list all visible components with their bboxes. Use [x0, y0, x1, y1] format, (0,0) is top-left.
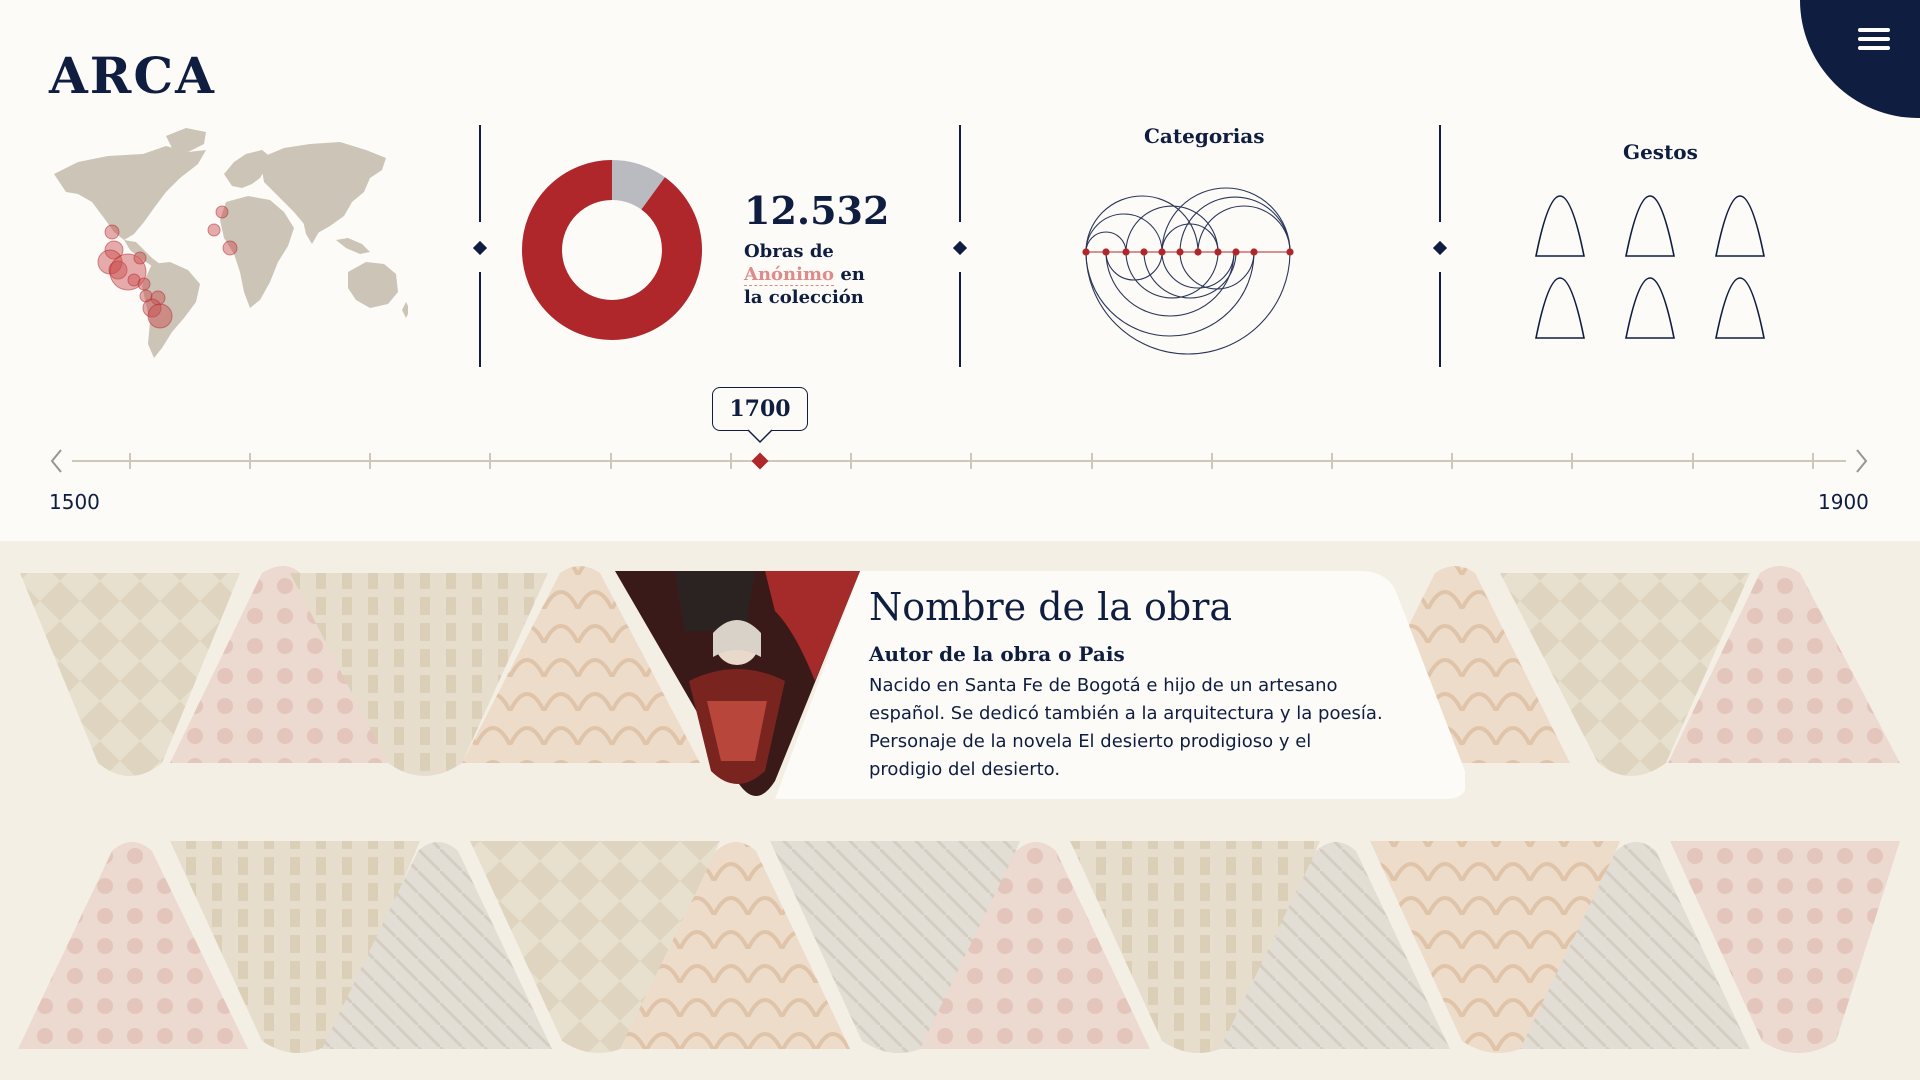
tooltip-pointer — [748, 429, 772, 444]
gestures-grid[interactable] — [1530, 190, 1790, 350]
donut-highlight — [522, 160, 702, 340]
site-logo[interactable]: ARCA — [49, 46, 216, 105]
world-map[interactable] — [48, 122, 408, 368]
menu-button[interactable] — [1800, 0, 1920, 118]
diamond-icon — [1432, 240, 1448, 256]
timeline-slider[interactable] — [0, 430, 1920, 490]
artwork-author[interactable]: Autor de la obra o Pais — [869, 642, 1125, 666]
timeline-start-label: 1500 — [49, 490, 100, 514]
gestures-title: Gestos — [1623, 140, 1698, 164]
categories-arc-diagram[interactable] — [1070, 178, 1310, 368]
category-arcs — [1085, 187, 1291, 355]
artwork-title: Nombre de la obra — [869, 585, 1233, 629]
timeline-end-label: 1900 — [1818, 490, 1869, 514]
diamond-icon — [472, 240, 488, 256]
works-caption: Obras de Anónimo en la colección — [744, 241, 865, 308]
chevron-right-icon[interactable] — [1856, 449, 1868, 473]
selected-year-tooltip: 1700 — [712, 387, 808, 431]
chevron-left-icon[interactable] — [50, 449, 62, 473]
panel-divider — [952, 125, 968, 367]
triangle-icon — [1535, 195, 1765, 339]
hamburger-icon — [1858, 28, 1890, 32]
author-donut-chart[interactable] — [510, 122, 730, 368]
categories-title: Categorias — [1144, 124, 1265, 148]
author-selector[interactable]: Anónimo — [744, 264, 835, 286]
timeline-handle[interactable] — [751, 452, 769, 470]
works-count: 12.532 — [744, 188, 890, 233]
artwork-description: Nacido en Santa Fe de Bogotá e hijo de u… — [869, 675, 1383, 780]
panel-divider — [472, 125, 488, 367]
panel-divider — [1432, 125, 1448, 367]
diamond-icon — [952, 240, 968, 256]
